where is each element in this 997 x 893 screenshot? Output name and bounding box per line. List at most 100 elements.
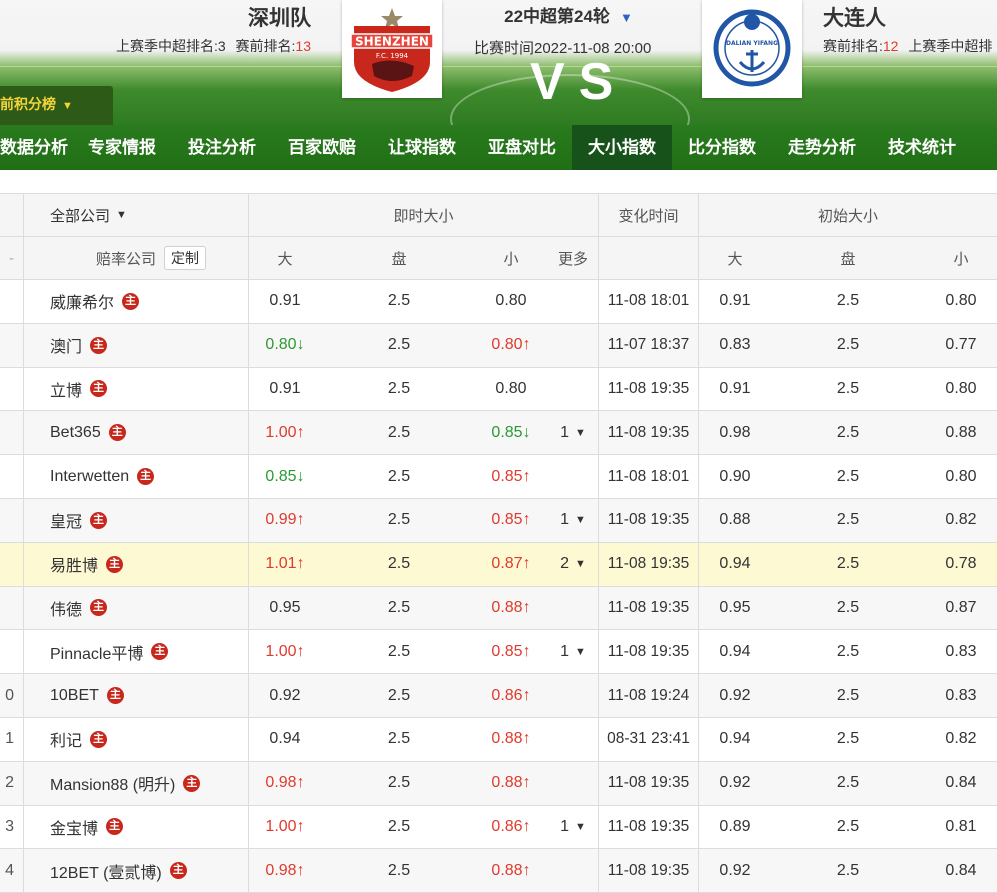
live-small-odds[interactable]: 0.85 ↑ — [475, 499, 547, 542]
table-row[interactable]: Interwetten 主 0.85 ↓ 2.5 0.85 ↑ 11-08 18:01 0.90… — [0, 455, 997, 499]
more-count[interactable]: 1 — [560, 643, 569, 661]
live-small-odds[interactable]: 0.86 ↑ — [475, 806, 547, 849]
caret-down-icon[interactable]: ▼ — [575, 427, 586, 439]
live-big-odds[interactable]: 0.99 ↑ — [249, 499, 321, 542]
live-big-odds[interactable]: 0.85 ↓ — [249, 455, 321, 498]
table-row[interactable]: 伟德主 0.95 2.5 0.88 ↑ 11-08 19:35 0.95 2.5 0.87 — [0, 586, 997, 631]
more-count[interactable]: 1 — [560, 511, 569, 529]
company-name[interactable]: 澳门 — [50, 333, 82, 357]
more-cell[interactable]: 1 ▼ — [548, 630, 598, 673]
company-name[interactable]: Bet365 — [50, 424, 101, 442]
live-line[interactable]: 2.5 — [349, 455, 449, 498]
live-big-odds[interactable]: 0.94 — [249, 718, 321, 761]
customize-button[interactable]: 定制 — [164, 246, 206, 270]
change-time[interactable]: 11-08 19:35 — [599, 806, 698, 849]
live-line[interactable]: 2.5 — [349, 587, 449, 630]
nav-handicap-index[interactable]: 让球指数 — [372, 125, 472, 170]
nav-asian-compare[interactable]: 亚盘对比 — [472, 125, 572, 170]
live-small-odds[interactable]: 0.88 ↑ — [475, 718, 547, 761]
all-companies-filter[interactable]: 全部公司 ▼ — [24, 194, 248, 236]
live-big-odds[interactable]: 0.95 — [249, 587, 321, 630]
company-name[interactable]: 10BET — [50, 687, 99, 705]
table-row[interactable]: 立博主 0.91 2.5 0.80 11-08 19:35 0.91 2.5 0.80 — [0, 367, 997, 412]
table-row[interactable]: 1 利记主 0.94 2.5 0.88 ↑ 08-31 23:41 0.94 2.5 0.82 — [0, 718, 997, 762]
caret-down-icon[interactable]: ▼ — [575, 514, 586, 526]
company-name[interactable]: 皇冠 — [50, 508, 82, 532]
live-line[interactable]: 2.5 — [349, 324, 449, 367]
caret-down-icon[interactable]: ▼ — [575, 558, 586, 570]
company-cell[interactable]: Bet365 主 — [24, 411, 248, 454]
table-row[interactable]: Bet365 主 1.00 ↑ 2.5 0.85 ↓ 1 ▼ 11-08 19:35 0.98 2.5… — [0, 411, 997, 456]
nav-score-index[interactable]: 比分指数 — [672, 125, 772, 170]
live-small-odds[interactable]: 0.80 ↑ — [475, 324, 547, 367]
nav-betting-analysis[interactable]: 投注分析 — [172, 125, 272, 170]
company-name[interactable]: 利记 — [50, 727, 82, 751]
table-row[interactable]: 3 金宝博主 1.00 ↑ 2.5 0.86 ↑ 1 ▼ 11-08 19:35 0.89 2.5 0.… — [0, 805, 997, 850]
live-line[interactable]: 2.5 — [349, 368, 449, 411]
table-row[interactable]: 易胜博主 1.01 ↑ 2.5 0.87 ↑ 2 ▼ 11-08 19:35 0.94 2.5 0.7… — [0, 542, 997, 587]
live-big-odds[interactable]: 0.91 — [249, 368, 321, 411]
live-big-odds[interactable]: 0.98 ↑ — [249, 762, 321, 805]
live-small-odds[interactable]: 0.80 — [475, 368, 547, 411]
live-big-odds[interactable]: 1.00 ↑ — [249, 806, 321, 849]
company-cell[interactable]: 利记主 — [24, 718, 248, 761]
table-row[interactable]: 2 Mansion88 (明升) 主 0.98 ↑ 2.5 0.88 ↑ 11-08 19:35… — [0, 761, 997, 806]
company-cell[interactable]: 金宝博主 — [24, 806, 248, 849]
live-big-odds[interactable]: 0.92 — [249, 674, 321, 717]
change-time[interactable]: 11-08 18:01 — [599, 280, 698, 323]
nav-trend-analysis[interactable]: 走势分析 — [772, 125, 872, 170]
live-line[interactable]: 2.5 — [349, 499, 449, 542]
change-time[interactable]: 08-31 23:41 — [599, 718, 698, 761]
change-time[interactable]: 11-08 19:35 — [599, 587, 698, 630]
change-time[interactable]: 11-08 19:35 — [599, 499, 698, 542]
more-count[interactable]: 2 — [560, 555, 569, 573]
live-small-odds[interactable]: 0.85 ↓ — [475, 411, 547, 454]
live-small-odds[interactable]: 0.86 ↑ — [475, 674, 547, 717]
live-small-odds[interactable]: 0.87 ↑ — [475, 543, 547, 586]
live-big-odds[interactable]: 0.91 — [249, 280, 321, 323]
table-row[interactable]: 0 10BET 主 0.92 2.5 0.86 ↑ 11-08 19:24 0.92 2.5 0.8… — [0, 674, 997, 718]
away-team-name[interactable]: 大连人 — [823, 2, 886, 32]
company-cell[interactable]: 10BET 主 — [24, 674, 248, 717]
more-cell[interactable]: 2 ▼ — [548, 543, 598, 586]
live-big-odds[interactable]: 1.00 ↑ — [249, 411, 321, 454]
standings-dropdown[interactable]: 前积分榜 ▼ — [0, 86, 113, 125]
live-line[interactable]: 2.5 — [349, 806, 449, 849]
table-row[interactable]: Pinnacle平博主 1.00 ↑ 2.5 0.85 ↑ 1 ▼ 11-08 19:35 0.9… — [0, 630, 997, 675]
company-cell[interactable]: Pinnacle平博主 — [24, 630, 248, 673]
change-time[interactable]: 11-08 19:35 — [599, 762, 698, 805]
company-cell[interactable]: 澳门主 — [24, 324, 248, 367]
change-time[interactable]: 11-08 19:35 — [599, 543, 698, 586]
live-small-odds[interactable]: 0.80 — [475, 280, 547, 323]
change-time[interactable]: 11-08 19:35 — [599, 630, 698, 673]
company-name[interactable]: 易胜博 — [50, 552, 98, 576]
more-cell[interactable]: 1 ▼ — [548, 499, 598, 542]
caret-down-icon[interactable]: ▼ — [575, 646, 586, 658]
nav-expert-info[interactable]: 专家情报 — [72, 125, 172, 170]
company-cell[interactable]: Interwetten 主 — [24, 455, 248, 498]
company-name[interactable]: 12BET (壹贰博) — [50, 859, 162, 883]
more-cell[interactable]: 1 ▼ — [548, 806, 598, 849]
table-row[interactable]: 4 12BET (壹贰博) 主 0.98 ↑ 2.5 0.88 ↑ 11-08 19:35 0.9… — [0, 849, 997, 893]
company-name[interactable]: 立博 — [50, 377, 82, 401]
more-count[interactable]: 1 — [560, 818, 569, 836]
company-name[interactable]: Interwetten — [50, 468, 129, 486]
live-small-odds[interactable]: 0.85 ↑ — [475, 455, 547, 498]
change-time[interactable]: 11-08 19:35 — [599, 368, 698, 411]
company-cell[interactable]: 立博主 — [24, 368, 248, 411]
nav-over-under[interactable]: 大小指数 — [572, 125, 672, 170]
live-line[interactable]: 2.5 — [349, 543, 449, 586]
live-big-odds[interactable]: 1.01 ↑ — [249, 543, 321, 586]
company-name[interactable]: 威廉希尔 — [50, 289, 114, 313]
change-time[interactable]: 11-07 18:37 — [599, 324, 698, 367]
more-count[interactable]: 1 — [560, 424, 569, 442]
company-name[interactable]: Mansion88 (明升) — [50, 771, 175, 795]
away-team-logo[interactable]: DALIAN YIFANG — [702, 0, 802, 98]
company-cell[interactable]: 皇冠主 — [24, 499, 248, 542]
change-time[interactable]: 11-08 19:35 — [599, 411, 698, 454]
nav-euro-odds[interactable]: 百家欧赔 — [272, 125, 372, 170]
table-row[interactable]: 澳门主 0.80 ↓ 2.5 0.80 ↑ 11-07 18:37 0.83 2.5 0.77 — [0, 323, 997, 368]
live-small-odds[interactable]: 0.88 ↑ — [475, 762, 547, 805]
live-small-odds[interactable]: 0.88 ↑ — [475, 587, 547, 630]
live-line[interactable]: 2.5 — [349, 718, 449, 761]
